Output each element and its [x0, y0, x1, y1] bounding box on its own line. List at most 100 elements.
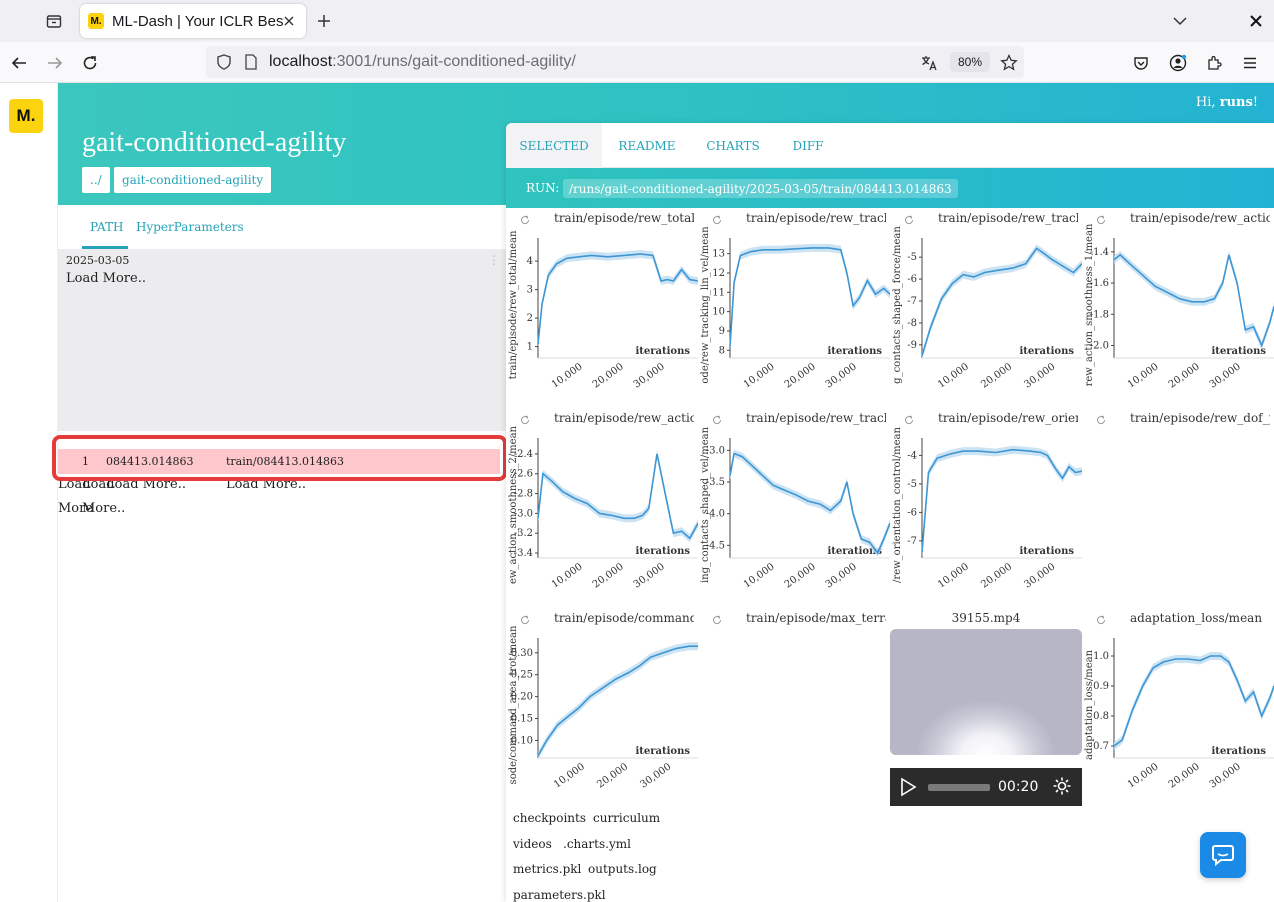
x-tick-label: 10,000 — [552, 761, 587, 790]
x-tick-label: 30,000 — [1208, 361, 1243, 390]
browser-nav-bar: localhost:3001/runs/gait-conditioned-agi… — [0, 42, 1274, 83]
y-tick-label: 2 — [527, 313, 533, 324]
y-tick-label: -6 — [907, 274, 917, 285]
new-tab-icon[interactable] — [312, 10, 336, 32]
selection-highlight — [52, 435, 507, 481]
x-tick-label: 10,000 — [1126, 361, 1161, 390]
y-tick-label: -9 — [907, 340, 917, 351]
breadcrumb-current[interactable]: gait-conditioned-agility — [114, 167, 272, 193]
file-item[interactable]: videos — [513, 837, 552, 851]
file-item[interactable]: metrics.pkl — [513, 862, 581, 876]
tab-charts[interactable]: CHARTS — [692, 123, 774, 168]
x-tick-label: 30,000 — [632, 561, 667, 590]
x-tick-label: 20,000 — [979, 361, 1014, 390]
video-controls: 00:20 — [890, 768, 1082, 806]
tab-selected[interactable]: SELECTED — [506, 123, 602, 168]
browser-tab-bar: M. ML-Dash | Your ICLR Best — [0, 0, 1274, 42]
y-axis-label: adaptation_loss/mean — [1084, 649, 1095, 760]
file-item[interactable]: .charts.yml — [563, 837, 631, 851]
x-axis-label: iterations — [635, 346, 690, 357]
forward-arrow-icon[interactable] — [42, 50, 68, 76]
y-tick-label: -6 — [907, 507, 917, 518]
y-tick-label: 8 — [719, 345, 725, 356]
y-tick-label: 0.9 — [1093, 681, 1109, 692]
file-item[interactable]: outputs.log — [588, 862, 657, 876]
file-item[interactable]: checkpoints — [513, 811, 586, 825]
x-tick-label: 30,000 — [824, 561, 859, 590]
chart-card: train/episode/rew_orientation_control/me… — [890, 408, 1082, 608]
account-icon[interactable] — [1165, 50, 1191, 76]
y-tick-label: -5 — [907, 252, 917, 263]
video-cell: 39155.mp4 00:20 — [890, 608, 1082, 808]
series-line — [537, 453, 698, 540]
y-axis-label: g_contacts_shaped_force/mean — [892, 226, 903, 384]
url-text[interactable]: localhost:3001/runs/gait-conditioned-agi… — [269, 53, 576, 71]
load-more-dates-link[interactable]: Load More.. — [66, 271, 146, 286]
x-tick-label: 10,000 — [1126, 761, 1161, 790]
url-path: :3001/runs/gait-conditioned-agility/ — [332, 53, 576, 70]
tab-diff[interactable]: DIFF — [774, 123, 842, 168]
chart-card: train/episode/rew_action_smoothness_2/me… — [506, 408, 698, 608]
y-tick-label: 12 — [712, 268, 725, 279]
window-close-icon[interactable] — [1244, 10, 1268, 32]
gear-icon[interactable] — [1052, 776, 1072, 801]
greeting-user[interactable]: runs — [1220, 95, 1253, 110]
y-tick-label: 1.0 — [1093, 651, 1109, 662]
video-frame[interactable] — [890, 629, 1082, 755]
chart-plot: -2.0-1.8-1.6-1.410,000 20,000 30,000rew_ac… — [1084, 223, 1274, 391]
chart-plot: -7 -6 -5 -4 10,000 20,000 30,000/rew_orientati… — [892, 427, 1082, 591]
run-path-strip: RUN: /runs/gait-conditioned-agility/2025… — [506, 168, 1274, 208]
x-tick-label: 30,000 — [824, 361, 859, 390]
refresh-icon[interactable] — [1096, 412, 1106, 430]
pocket-icon[interactable] — [1128, 50, 1154, 76]
zoom-level-badge[interactable]: 80% — [950, 52, 990, 72]
chart-card: train/episode/rew_tracking_contacts_shap… — [890, 208, 1082, 408]
breadcrumb-parent[interactable]: ../ — [82, 167, 110, 193]
tab-readme[interactable]: README — [602, 123, 692, 168]
date-item[interactable]: 2025-03-05 — [66, 254, 129, 267]
refresh-icon[interactable] — [712, 612, 722, 630]
chart-title: train/episode/rew_dof_pos — [1130, 411, 1270, 425]
series-band — [538, 449, 698, 543]
y-tick-label: 0.7 — [1093, 741, 1109, 752]
back-arrow-icon[interactable] — [6, 50, 32, 76]
menu-hamburger-icon[interactable] — [1237, 50, 1263, 76]
extensions-icon[interactable] — [1201, 50, 1227, 76]
x-tick-label: 20,000 — [1167, 761, 1202, 790]
tab-list-icon[interactable] — [40, 8, 68, 34]
translate-icon[interactable] — [918, 52, 940, 74]
video-time: 00:20 — [998, 779, 1039, 795]
greeting-suffix: ! — [1252, 95, 1258, 110]
series-line — [537, 253, 698, 344]
chart-plot: 1 2 3 4 10,000 20,000 30,000 train/episode/rew_… — [508, 230, 698, 391]
x-axis-label: iterations — [1019, 546, 1074, 557]
reload-icon[interactable] — [77, 50, 103, 76]
browser-tab-active[interactable]: M. ML-Dash | Your ICLR Best — [80, 4, 306, 38]
tab-favicon-icon: M. — [88, 13, 104, 29]
file-item[interactable]: parameters.pkl — [513, 888, 606, 902]
panel-tabs: SELECTED README CHARTS DIFF — [506, 123, 1274, 168]
tab-path[interactable]: PATH — [90, 220, 123, 234]
runs-list: 1 084413.014863 train/084413.014863 Load… — [58, 431, 506, 902]
url-bar[interactable]: localhost:3001/runs/gait-conditioned-agi… — [206, 46, 1024, 78]
run-path-chip[interactable]: /runs/gait-conditioned-agility/2025-03-0… — [563, 179, 958, 198]
y-tick-label: -7 — [907, 536, 917, 547]
chevron-down-icon[interactable] — [1168, 10, 1192, 32]
video-seek-bar[interactable] — [928, 784, 990, 791]
y-tick-label: 1 — [527, 342, 533, 353]
tab-hyperparameters[interactable]: HyperParameters — [136, 220, 244, 234]
file-item[interactable]: curriculum — [593, 811, 660, 825]
load-more-link-f[interactable]: More.. — [82, 501, 125, 516]
x-tick-label: 20,000 — [1167, 361, 1202, 390]
x-tick-label: 30,000 — [1208, 761, 1243, 790]
ml-dash-logo[interactable]: M. — [9, 99, 43, 133]
resize-handle-icon[interactable]: ⋮ — [488, 253, 500, 267]
tab-close-icon[interactable] — [280, 12, 298, 30]
page-info-icon[interactable] — [244, 54, 258, 75]
chart-card: train/episode/command_area_trot/mean0.10… — [506, 608, 698, 808]
chart-plot: 0.100.150.200.250.3010,000 20,000 30,000so… — [508, 625, 698, 791]
play-icon[interactable] — [898, 777, 918, 802]
chat-button[interactable] — [1200, 832, 1246, 878]
bookmark-star-icon[interactable] — [998, 52, 1020, 74]
shield-icon[interactable] — [216, 54, 232, 75]
